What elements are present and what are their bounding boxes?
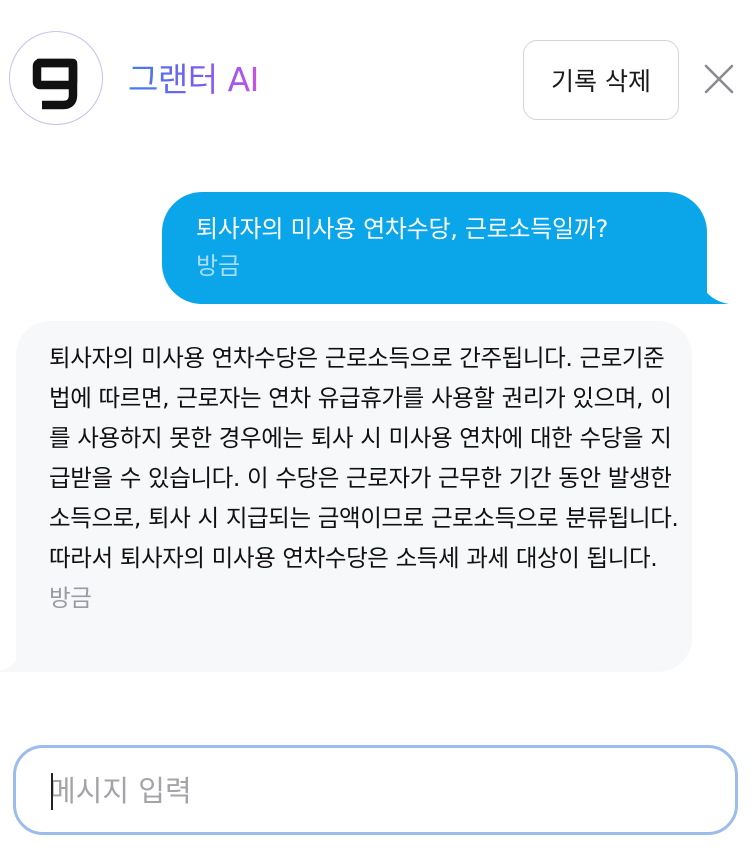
message-input[interactable] <box>49 768 689 814</box>
assistant-message-text: 퇴사자의 미사용 연차수당은 근로소득으로 간주됩니다. 근로기준법에 따르면,… <box>49 338 679 618</box>
user-message-bubble: 퇴사자의 미사용 연차수당, 근로소득일까? 방금 <box>162 192 729 304</box>
close-icon[interactable] <box>700 60 738 98</box>
assistant-message-bubble: 퇴사자의 미사용 연차수당은 근로소득으로 간주됩니다. 근로기준법에 따르면,… <box>0 321 692 672</box>
message-input-container[interactable] <box>13 745 738 835</box>
bubble-tail <box>701 282 729 304</box>
g-logo-icon <box>9 31 103 125</box>
message-timestamp: 방금 <box>49 584 92 612</box>
app-title: 그랜터 AI <box>128 58 259 102</box>
bubble-tail <box>0 650 22 672</box>
user-message-text: 퇴사자의 미사용 연차수당, 근로소득일까? <box>196 215 609 243</box>
message-timestamp: 방금 <box>196 252 241 280</box>
clear-history-button[interactable]: 기록 삭제 <box>523 40 679 120</box>
text-caret <box>51 773 53 810</box>
chat-header: 그랜터 AI 기록 삭제 <box>0 0 754 160</box>
assistant-message-body: 퇴사자의 미사용 연차수당은 근로소득으로 간주됩니다. 근로기준법에 따르면,… <box>49 344 679 572</box>
